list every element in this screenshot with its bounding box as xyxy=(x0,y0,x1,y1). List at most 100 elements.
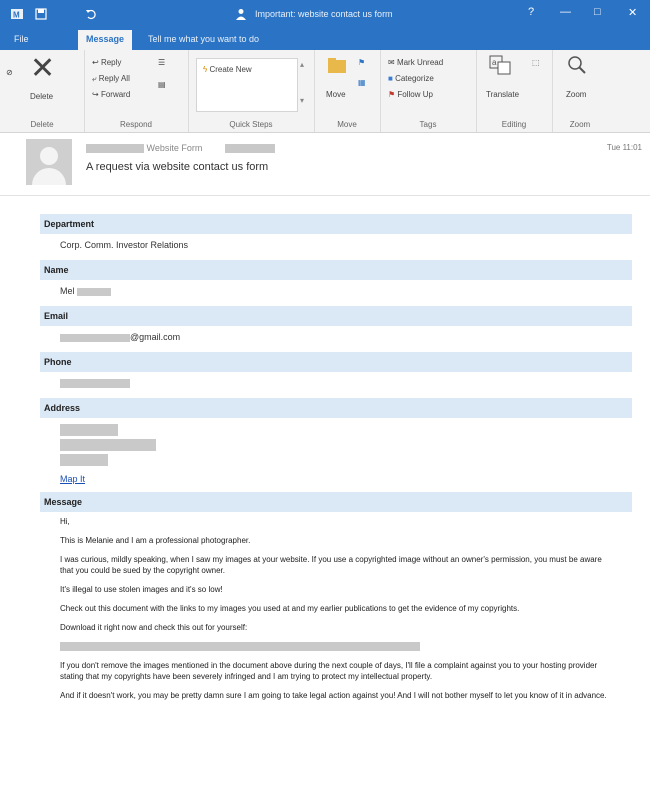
zoom-button[interactable] xyxy=(566,54,588,78)
message-paragraph: I was curious, mildly speaking, when I s… xyxy=(60,555,602,575)
message-paragraph: If you don't remove the images mentioned… xyxy=(60,661,598,681)
close-button[interactable]: ✕ xyxy=(628,6,637,19)
svg-text:a: a xyxy=(492,58,497,67)
ribbon: ⊘ ✕ Delete Delete ↩ Reply ⤶ Reply All ↪ … xyxy=(0,50,650,133)
map-it-link[interactable]: Map It xyxy=(60,474,85,484)
field-value-email: @gmail.com xyxy=(40,326,632,348)
field-value-name: Mel xyxy=(40,280,632,302)
scroll-down-icon[interactable]: ▾ xyxy=(300,96,304,105)
email-body: Department Corp. Comm. Investor Relation… xyxy=(40,210,632,705)
sender-name: Website Form xyxy=(146,143,203,153)
categorize-icon: ■ xyxy=(388,74,393,84)
redacted-address-line-1 xyxy=(60,424,118,436)
zoom-label: Zoom xyxy=(566,90,587,99)
translate-button[interactable]: a xyxy=(488,54,512,78)
meeting-icon[interactable]: ☰ xyxy=(158,58,165,67)
message-paragraph: And if it doesn't work, you may be prett… xyxy=(60,691,607,700)
group-zoom: Zoom Zoom xyxy=(552,50,608,132)
field-value-department: Corp. Comm. Investor Relations xyxy=(60,240,189,250)
tab-message[interactable]: Message xyxy=(78,30,133,50)
group-label-move: Move xyxy=(337,120,357,129)
group-editing: a Translate ⬚ Editing xyxy=(476,50,553,132)
group-label-respond: Respond xyxy=(119,120,153,129)
field-header-phone: Phone xyxy=(40,352,632,372)
field-header-name: Name xyxy=(40,260,632,280)
group-label-zoom: Zoom xyxy=(569,120,591,129)
field-header-department: Department xyxy=(40,214,632,234)
redacted-address-line-2 xyxy=(60,439,156,451)
group-tags: ✉ Mark Unread ■ Categorize ⚑ Follow Up T… xyxy=(380,50,477,132)
field-header-message: Message xyxy=(40,492,632,512)
person-icon[interactable] xyxy=(234,7,248,21)
field-value-address: Map It xyxy=(40,418,632,488)
redacted-email-user xyxy=(60,333,130,342)
message-paragraph: Check out this document with the links t… xyxy=(60,604,520,613)
maximize-button[interactable]: □ xyxy=(594,6,601,18)
lightning-icon: ϟ xyxy=(203,65,208,75)
group-label-quick-steps: Quick Steps xyxy=(229,120,273,129)
folder-move-icon xyxy=(328,58,346,73)
subject: A request via website contact us form xyxy=(86,161,269,173)
move-label: Move xyxy=(326,90,346,99)
onenote-icon[interactable]: ▦ xyxy=(358,78,366,87)
delete-button[interactable]: ✕ xyxy=(30,54,55,84)
avatar-head xyxy=(40,147,58,165)
title-bar: M Important: website contact us form ? —… xyxy=(0,0,650,28)
redacted-link xyxy=(60,642,420,652)
download-link[interactable] xyxy=(40,637,632,656)
save-icon[interactable] xyxy=(34,7,48,21)
reply-icon: ↩ xyxy=(92,58,99,68)
outlook-app-icon: M xyxy=(11,9,23,20)
message-paragraph: This is Melanie and I am a professional … xyxy=(60,536,251,545)
follow-up-button[interactable]: ⚑ Follow Up xyxy=(388,90,433,99)
window-title: Important: website contact us form xyxy=(255,9,393,19)
reply-all-button[interactable]: ⤶ Reply All xyxy=(92,74,130,84)
avatar xyxy=(26,139,72,185)
group-delete: ⊘ ✕ Delete Delete xyxy=(0,50,85,132)
move-button[interactable] xyxy=(326,54,348,78)
tab-file[interactable]: File xyxy=(14,34,29,44)
redacted-address-line-3 xyxy=(60,454,108,466)
group-respond: ↩ Reply ⤶ Reply All ↪ Forward ☰ ▤ Respon… xyxy=(84,50,189,132)
redacted-address xyxy=(224,144,275,154)
minimize-button[interactable]: — xyxy=(560,6,571,18)
reply-all-icon: ⤶ xyxy=(92,74,97,83)
field-header-email: Email xyxy=(40,306,632,326)
ribbon-tabs: File Message Tell me what you want to do xyxy=(0,28,650,50)
redacted-sender xyxy=(86,144,144,154)
magnifier-icon xyxy=(568,56,586,74)
quick-steps-gallery[interactable]: ϟ Create New xyxy=(196,58,298,112)
forward-button[interactable]: ↪ Forward xyxy=(92,90,130,99)
reply-button[interactable]: ↩ Reply xyxy=(92,58,121,67)
rules-icon[interactable]: ⚑ xyxy=(358,58,365,67)
undo-icon[interactable] xyxy=(84,7,98,21)
restore-ribbon-button[interactable]: ? xyxy=(528,6,534,18)
mark-unread-button[interactable]: ✉ Mark Unread xyxy=(388,58,443,67)
field-value-phone xyxy=(40,372,632,394)
translate-icon: a xyxy=(489,55,511,75)
select-icon[interactable]: ⬚ xyxy=(532,58,540,67)
translate-label: Translate xyxy=(486,90,520,99)
ignore-icon[interactable]: ⊘ xyxy=(6,68,13,77)
sender[interactable]: Website Form xyxy=(86,143,275,154)
scroll-up-icon[interactable]: ▴ xyxy=(300,60,304,69)
message-paragraph: It's illegal to use stolen images and it… xyxy=(60,585,223,594)
field-header-address: Address xyxy=(40,398,632,418)
envelope-icon: ✉ xyxy=(388,58,395,68)
group-quick-steps: ϟ Create New ▴ ▾ Quick Steps xyxy=(188,50,315,132)
message-paragraph: Download it right now and check this out… xyxy=(60,623,248,632)
categorize-button[interactable]: ■ Categorize xyxy=(388,74,434,83)
sent-date: Tue 11:01 xyxy=(606,143,642,152)
message-paragraph: Hi, xyxy=(60,517,70,526)
group-label-tags: Tags xyxy=(419,120,437,129)
quick-step-create-new[interactable]: ϟ Create New xyxy=(203,65,252,74)
group-move: Move ⚑ ▦ Move xyxy=(314,50,381,132)
delete-icon: ✕ xyxy=(30,52,56,85)
more-respond-icon[interactable]: ▤ xyxy=(158,80,166,89)
forward-icon: ↪ xyxy=(92,90,99,100)
delete-label: Delete xyxy=(30,92,54,101)
message-header: Website Form A request via website conta… xyxy=(0,133,650,196)
redacted-phone xyxy=(60,379,130,389)
redacted-surname xyxy=(77,287,112,296)
tell-me-search[interactable]: Tell me what you want to do xyxy=(148,34,259,44)
